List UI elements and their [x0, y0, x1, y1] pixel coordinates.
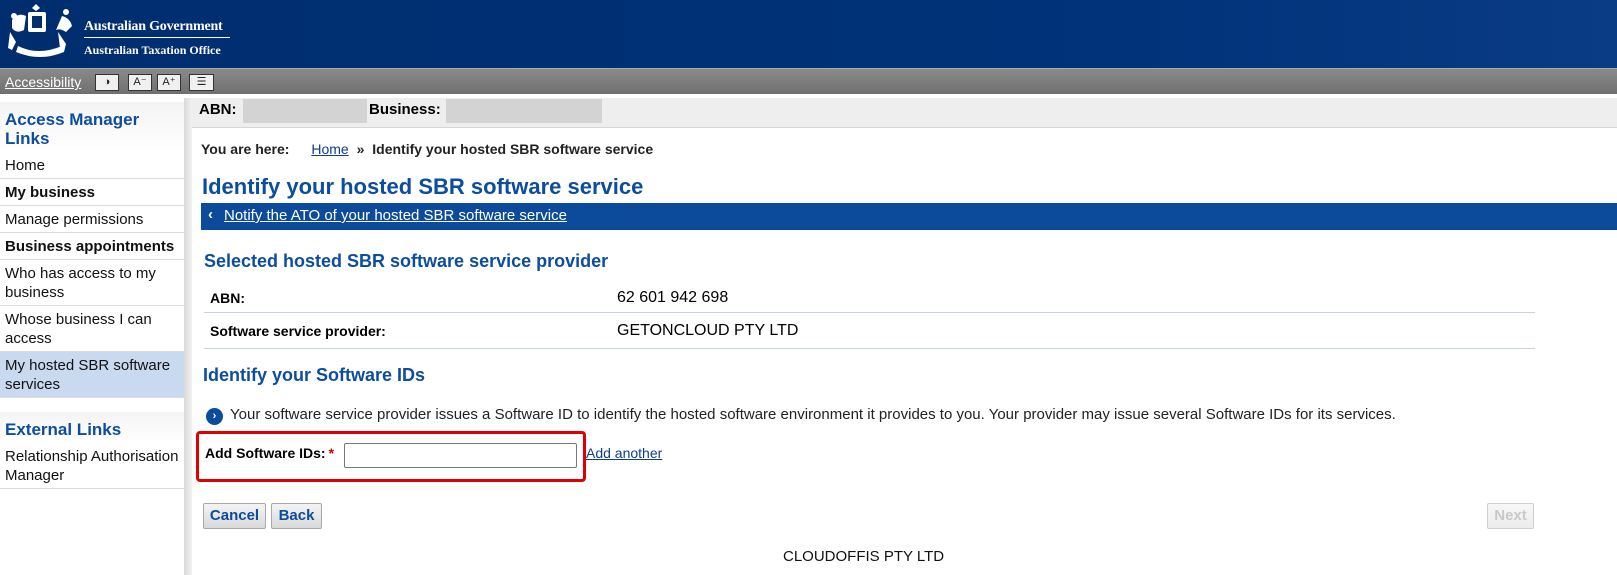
coat-of-arms-icon [8, 4, 72, 57]
provider-abn-value: 62 601 942 698 [617, 289, 729, 306]
sidebar-item-my-business[interactable]: My business [0, 179, 188, 206]
text-only-icon[interactable]: ☰ [189, 74, 214, 91]
provider-abn-label: ABN: [210, 290, 245, 306]
sidebar-divider [184, 98, 192, 575]
breadcrumb-separator: » [356, 141, 365, 157]
ato-title: Australian Taxation Office [84, 43, 221, 57]
sidebar-item-who-has-access[interactable]: Who has access to my business [0, 260, 188, 306]
page-title: Identify your hosted SBR software servic… [202, 174, 644, 199]
chevron-left-icon: ‹ [208, 206, 213, 223]
next-button[interactable]: Next [1487, 503, 1534, 529]
contrast-icon[interactable]: ◑ [95, 74, 119, 91]
info-text: Your software service provider issues a … [230, 406, 1396, 423]
info-arrow-icon: › [206, 408, 223, 425]
cancel-button[interactable]: Cancel [203, 503, 266, 529]
sidebar-item-whose-business[interactable]: Whose business I can access [0, 306, 188, 352]
back-button[interactable]: Back [271, 503, 322, 529]
provider-name-value: GETONCLOUD PTY LTD [617, 322, 799, 339]
sidebar-item-manage-permissions[interactable]: Manage permissions [0, 206, 188, 233]
back-link-bar: ‹ Notify the ATO of your hosted SBR soft… [201, 203, 1617, 230]
software-id-input[interactable] [344, 443, 577, 468]
software-ids-label: Add Software IDs: * [205, 445, 334, 461]
software-ids-section-title: Identify your Software IDs [203, 365, 426, 385]
text-smaller-icon[interactable]: A⁻ [128, 74, 152, 91]
external-links-heading: External Links [0, 412, 188, 443]
sidebar-item-relationship-authorisation-manager[interactable]: Relationship Authorisation Manager [0, 443, 188, 489]
abn-redacted [243, 99, 367, 123]
accessibility-link[interactable]: Accessibility [5, 74, 81, 90]
abn-label: ABN: [199, 101, 237, 118]
ato-header: Australian Government Australian Taxatio… [0, 0, 1617, 68]
breadcrumb-home-link[interactable]: Home [311, 141, 348, 157]
header-divider [84, 37, 230, 38]
government-title: Australian Government [84, 19, 223, 34]
provider-row-name: Software service provider: GETONCLOUD PT… [204, 316, 1535, 349]
provider-section-title: Selected hosted SBR software service pro… [204, 251, 609, 271]
provider-name-label: Software service provider: [210, 323, 386, 339]
sidebar-item-home[interactable]: Home [0, 152, 188, 179]
breadcrumb: You are here: Home » Identify your hoste… [201, 141, 653, 157]
sidebar-item-business-appointments[interactable]: Business appointments [0, 233, 188, 260]
add-another-link[interactable]: Add another [586, 445, 662, 461]
provider-row-abn: ABN: 62 601 942 698 [204, 283, 1535, 313]
text-larger-icon[interactable]: A⁺ [157, 74, 181, 91]
sidebar-item-hosted-sbr[interactable]: My hosted SBR software services [0, 352, 188, 398]
abn-bar: ABN: Business: [192, 98, 1617, 128]
breadcrumb-current: Identify your hosted SBR software servic… [372, 141, 654, 157]
business-label: Business: [369, 101, 441, 118]
notify-ato-link[interactable]: Notify the ATO of your hosted SBR softwa… [224, 207, 567, 224]
access-manager-links-heading: Access Manager Links [0, 102, 188, 152]
accessibility-toolbar: Accessibility ◑ A⁻ A⁺ ☰ [0, 68, 1617, 94]
software-ids-label-text: Add Software IDs: [205, 445, 326, 461]
required-marker: * [328, 445, 335, 461]
sidebar: Access Manager Links Home My business Ma… [0, 102, 188, 489]
bottom-provider-text: CLOUDOFFIS PTY LTD [783, 548, 945, 565]
breadcrumb-prefix: You are here: [201, 141, 290, 157]
business-redacted [446, 99, 602, 123]
